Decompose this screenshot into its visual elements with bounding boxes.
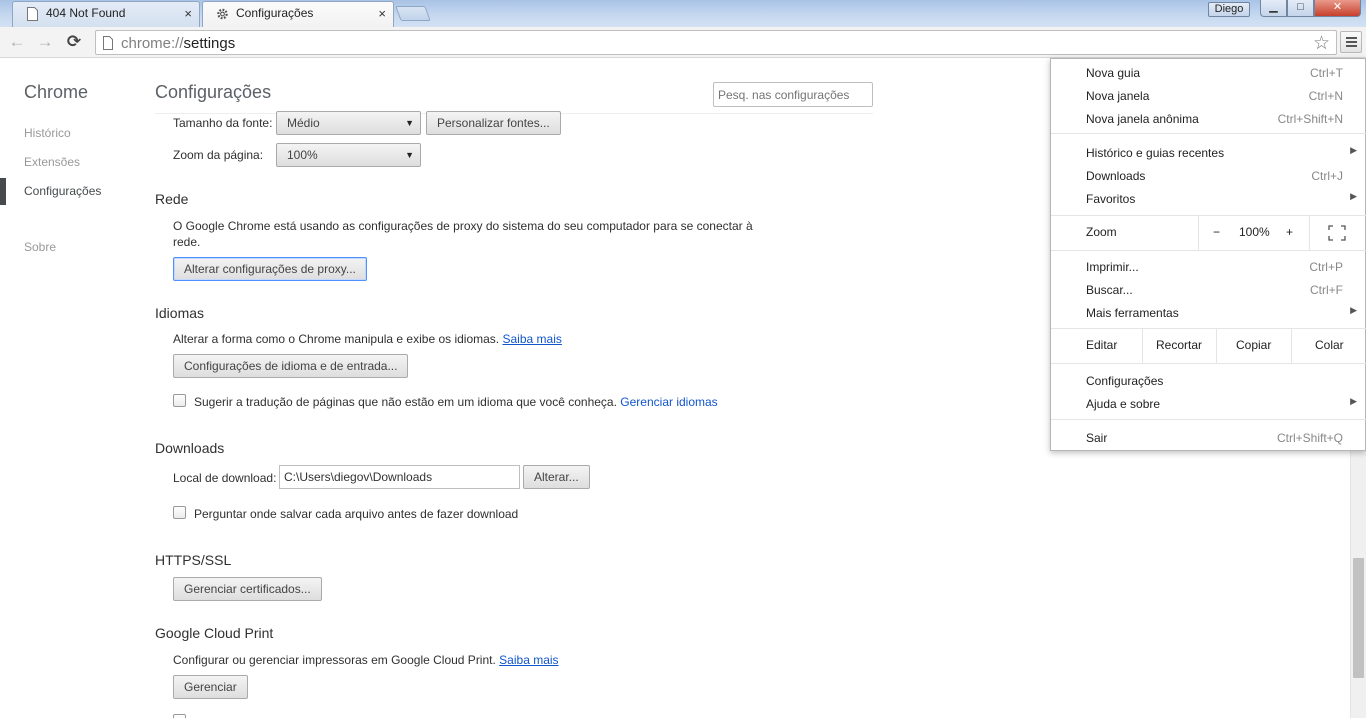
menu-item-settings[interactable]: Configurações (1051, 369, 1366, 392)
menu-item-exit[interactable]: Sair Ctrl+Shift+Q (1051, 426, 1366, 449)
scroll-thumb[interactable] (1353, 558, 1364, 678)
browser-toolbar: ← → ⟳ chrome://settings ☆ (0, 27, 1366, 58)
back-icon[interactable]: ← (6, 32, 28, 52)
manage-cloud-print-button[interactable]: Gerenciar (173, 675, 248, 699)
menu-zoom-row: Zoom − 100% + (1051, 216, 1366, 250)
zoom-out-button[interactable]: − (1213, 225, 1220, 239)
section-https-title: HTTPS/SSL (155, 552, 232, 568)
ask-download-location-checkbox[interactable] (173, 506, 186, 519)
menu-item-downloads[interactable]: Downloads Ctrl+J (1051, 164, 1366, 187)
close-tab-icon[interactable]: × (184, 6, 192, 21)
translate-checkbox[interactable] (173, 394, 186, 407)
page-zoom-label: Zoom da página: (173, 148, 264, 162)
copy-button[interactable]: Copiar (1236, 338, 1271, 352)
search-settings-input[interactable] (713, 82, 873, 107)
translate-label: Sugerir a tradução de páginas que não es… (194, 395, 718, 409)
manage-certificates-button[interactable]: Gerenciar certificados... (173, 577, 322, 601)
menu-item-history[interactable]: Histórico e guias recentes ▶ (1051, 141, 1366, 164)
fullscreen-icon[interactable] (1328, 225, 1346, 241)
network-description-cont: rede. (173, 235, 201, 249)
submenu-arrow-icon: ▶ (1350, 396, 1357, 406)
network-description: O Google Chrome está usando as configura… (173, 219, 753, 233)
gear-icon (217, 8, 228, 20)
tab-strip: 404 Not Found × Configurações × Diego ▁ … (0, 0, 1366, 27)
customize-fonts-button[interactable]: Personalizar fontes... (426, 111, 561, 135)
section-languages-title: Idiomas (155, 305, 205, 321)
section-cloud-print-title: Google Cloud Print (155, 625, 274, 641)
maximize-button[interactable]: □ (1287, 0, 1314, 17)
paste-button[interactable]: Colar (1315, 338, 1344, 352)
partial-checkbox[interactable] (173, 714, 186, 718)
zoom-label: Zoom (1086, 225, 1117, 239)
section-network-title: Rede (155, 191, 189, 207)
minimize-button[interactable]: ▁ (1260, 0, 1287, 17)
new-tab-button[interactable] (395, 6, 431, 21)
page-title: Configurações (155, 82, 272, 102)
edit-label: Editar (1086, 338, 1118, 352)
close-window-button[interactable]: ✕ (1314, 0, 1361, 17)
font-size-label: Tamanho da fonte: (173, 116, 273, 130)
close-tab-icon[interactable]: × (378, 6, 386, 21)
chrome-menu-button[interactable] (1340, 31, 1362, 53)
section-downloads-title: Downloads (155, 440, 225, 456)
learn-more-link[interactable]: Saiba mais (503, 332, 562, 346)
menu-item-find[interactable]: Buscar... Ctrl+F (1051, 278, 1366, 301)
cloud-print-description: Configurar ou gerenciar impressoras em G… (173, 653, 559, 667)
page-icon (27, 7, 38, 21)
submenu-arrow-icon: ▶ (1350, 305, 1357, 315)
proxy-settings-button[interactable]: Alterar configurações de proxy... (173, 257, 367, 281)
dropdown-arrow-icon: ▼ (405, 150, 414, 160)
languages-description: Alterar a forma como o Chrome manipula e… (173, 332, 562, 346)
learn-more-link[interactable]: Saiba mais (499, 653, 558, 667)
tab-title: Configurações (236, 6, 314, 20)
zoom-in-button[interactable]: + (1286, 225, 1293, 239)
tab-title: 404 Not Found (46, 6, 126, 20)
menu-item-more-tools[interactable]: Mais ferramentas ▶ (1051, 301, 1366, 324)
menu-item-incognito[interactable]: Nova janela anônima Ctrl+Shift+N (1051, 107, 1366, 130)
profile-button[interactable]: Diego (1208, 2, 1250, 17)
menu-separator (1051, 419, 1366, 420)
tab-configuracoes[interactable]: Configurações × (196, 1, 400, 27)
dropdown-arrow-icon: ▼ (405, 118, 414, 128)
tab-404-not-found[interactable]: 404 Not Found × (6, 1, 206, 27)
page-zoom-select[interactable]: 100% ▼ (276, 143, 421, 167)
url-text[interactable]: chrome://settings (121, 35, 235, 52)
change-download-location-button[interactable]: Alterar... (523, 465, 590, 489)
manage-languages-link[interactable]: Gerenciar idiomas (620, 395, 717, 409)
menu-edit-row: Editar Recortar Copiar Colar (1051, 329, 1366, 363)
forward-icon[interactable]: → (34, 32, 56, 52)
zoom-value: 100% (1239, 225, 1270, 239)
cut-button[interactable]: Recortar (1156, 338, 1202, 352)
reload-icon[interactable]: ⟳ (63, 32, 85, 52)
font-size-select[interactable]: Médio ▼ (276, 111, 421, 135)
menu-item-print[interactable]: Imprimir... Ctrl+P (1051, 255, 1366, 278)
page-icon (103, 36, 113, 50)
submenu-arrow-icon: ▶ (1350, 145, 1357, 155)
download-location-field[interactable]: C:\Users\diegov\Downloads (279, 465, 520, 489)
chrome-menu: Nova guia Ctrl+T Nova janela Ctrl+N Nova j… (1050, 58, 1366, 451)
language-settings-button[interactable]: Configurações de idioma e de entrada... (173, 354, 409, 378)
menu-separator (1051, 133, 1366, 134)
menu-item-help[interactable]: Ajuda e sobre ▶ (1051, 392, 1366, 415)
menu-separator (1051, 363, 1366, 364)
menu-separator (1051, 250, 1366, 251)
menu-item-new-tab[interactable]: Nova guia Ctrl+T (1051, 61, 1366, 84)
bookmark-star-icon[interactable]: ☆ (1313, 32, 1330, 55)
ask-download-location-label: Perguntar onde salvar cada arquivo antes… (194, 507, 519, 521)
menu-item-bookmarks[interactable]: Favoritos ▶ (1051, 187, 1366, 210)
download-location-label: Local de download: (173, 471, 277, 485)
address-bar[interactable]: chrome://settings ☆ (95, 30, 1337, 55)
submenu-arrow-icon: ▶ (1350, 191, 1357, 201)
menu-item-new-window[interactable]: Nova janela Ctrl+N (1051, 84, 1366, 107)
